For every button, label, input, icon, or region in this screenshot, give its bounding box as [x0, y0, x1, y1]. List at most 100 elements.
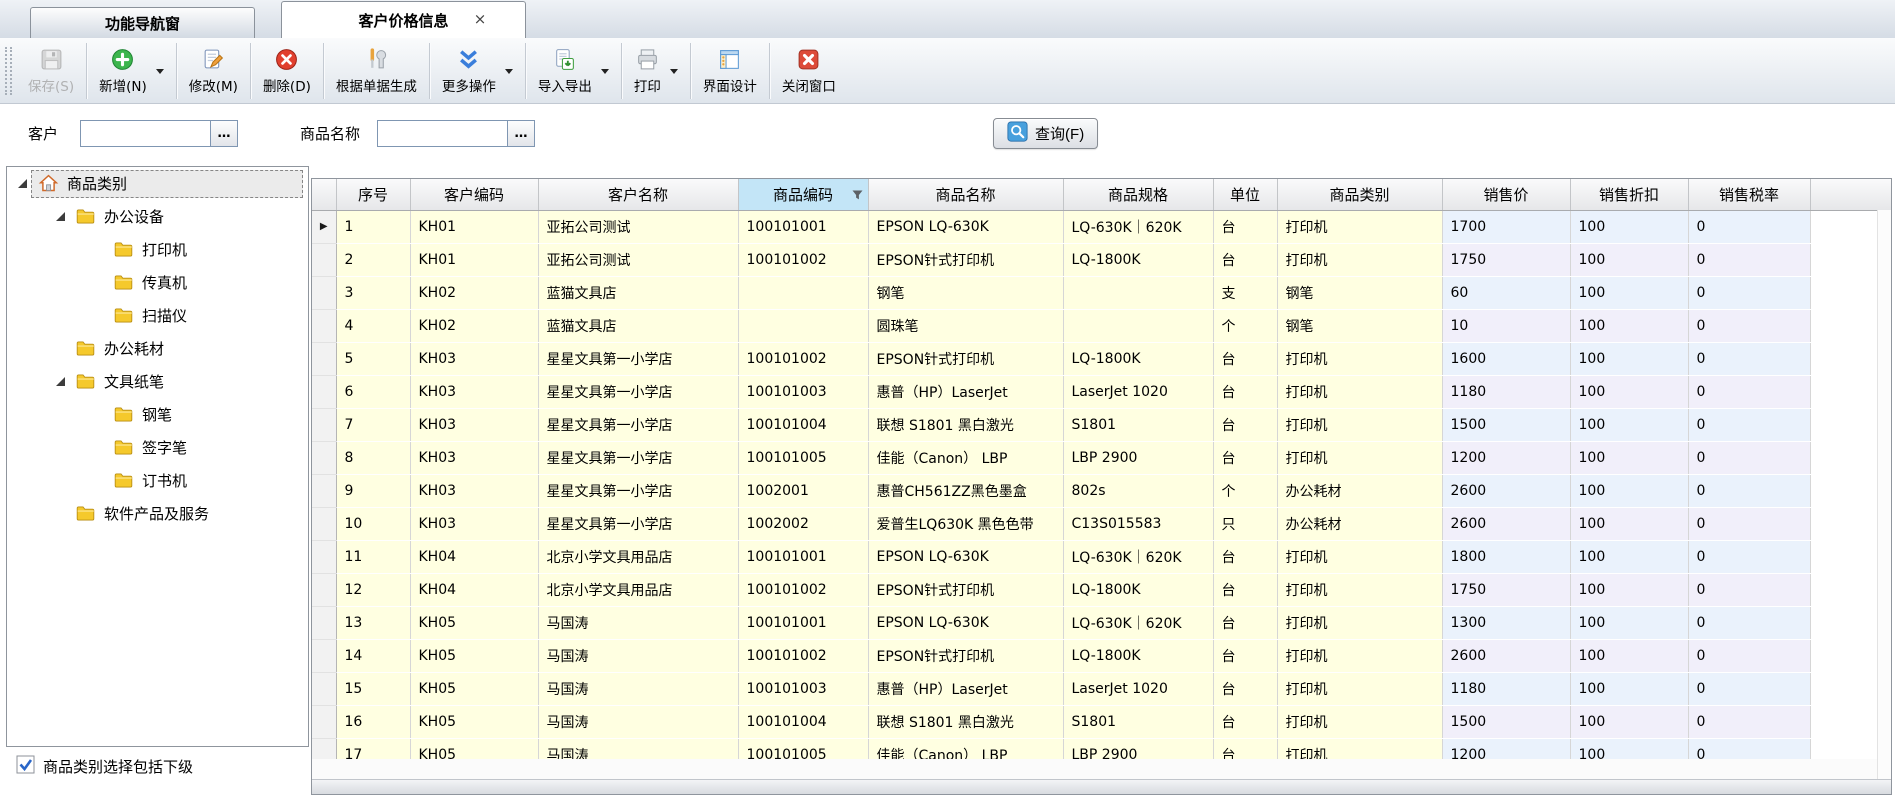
table-row[interactable]: 14KH05马国涛100101002EPSON针式打印机LQ-1800K台打印机… [312, 639, 1891, 672]
table-cell[interactable]: EPSON LQ-630K [868, 540, 1063, 573]
table-cell[interactable]: 1750 [1442, 573, 1570, 606]
table-cell[interactable]: 100 [1570, 243, 1688, 276]
table-row[interactable]: 12KH04北京小学文具用品店100101002EPSON针式打印机LQ-180… [312, 573, 1891, 606]
table-cell[interactable]: 星星文具第一小学店 [538, 507, 738, 540]
table-cell[interactable]: 马国涛 [538, 705, 738, 738]
table-cell[interactable]: 100101005 [738, 441, 868, 474]
column-header-3[interactable]: 客户名称 [538, 179, 738, 210]
table-cell[interactable]: 1 [336, 210, 410, 243]
table-cell[interactable]: KH05 [410, 705, 538, 738]
table-cell[interactable]: 0 [1688, 507, 1810, 540]
table-cell[interactable]: 只 [1213, 507, 1277, 540]
table-cell[interactable]: 0 [1688, 738, 1810, 759]
tab-function-navigation[interactable]: 功能导航窗 [30, 7, 255, 38]
table-cell[interactable]: 100101002 [738, 243, 868, 276]
table-cell[interactable]: 打印机 [1277, 210, 1442, 243]
table-cell[interactable]: 个 [1213, 309, 1277, 342]
table-cell[interactable]: 佳能（Canon） LBP [868, 441, 1063, 474]
table-cell[interactable]: 1002001 [738, 474, 868, 507]
column-header-11[interactable]: 销售税率 [1688, 179, 1810, 210]
query-button[interactable]: 查询(F) [993, 118, 1098, 149]
table-cell[interactable]: 6 [336, 375, 410, 408]
table-cell[interactable]: EPSON针式打印机 [868, 342, 1063, 375]
table-cell[interactable]: 3 [336, 276, 410, 309]
toolbar-button-import-export[interactable]: 导入导出 [528, 41, 619, 101]
table-cell[interactable]: 打印机 [1277, 375, 1442, 408]
table-cell[interactable]: 台 [1213, 375, 1277, 408]
table-row[interactable]: 13KH05马国涛100101001EPSON LQ-630KLQ-630K｜6… [312, 606, 1891, 639]
dropdown-arrow-icon[interactable] [156, 69, 164, 74]
table-cell[interactable]: 100101002 [738, 639, 868, 672]
table-cell[interactable]: 台 [1213, 540, 1277, 573]
table-cell[interactable]: 5 [336, 342, 410, 375]
table-cell[interactable]: 100101003 [738, 672, 868, 705]
table-cell[interactable] [1063, 309, 1213, 342]
table-cell[interactable]: 4 [336, 309, 410, 342]
table-cell[interactable]: KH02 [410, 276, 538, 309]
table-cell[interactable]: KH01 [410, 210, 538, 243]
table-row[interactable]: 6KH03星星文具第一小学店100101003惠普（HP）LaserJetLas… [312, 375, 1891, 408]
dropdown-arrow-icon[interactable] [670, 69, 678, 74]
table-cell[interactable]: 0 [1688, 243, 1810, 276]
table-cell[interactable]: 台 [1213, 606, 1277, 639]
table-cell[interactable]: 台 [1213, 210, 1277, 243]
expand-triangle-icon[interactable] [51, 212, 69, 221]
table-cell[interactable]: 台 [1213, 672, 1277, 705]
table-cell[interactable]: 联想 S1801 黑白激光 [868, 705, 1063, 738]
tree-node[interactable]: 办公耗材 [7, 332, 308, 365]
table-cell[interactable]: 马国涛 [538, 606, 738, 639]
table-cell[interactable]: 1700 [1442, 210, 1570, 243]
table-cell[interactable]: 1800 [1442, 540, 1570, 573]
table-cell[interactable]: KH03 [410, 342, 538, 375]
table-cell[interactable]: 惠普（HP）LaserJet [868, 672, 1063, 705]
table-cell[interactable]: 0 [1688, 441, 1810, 474]
table-cell[interactable]: 100 [1570, 276, 1688, 309]
table-cell[interactable]: 100 [1570, 672, 1688, 705]
toolbar-button-close-window[interactable]: 关闭窗口 [772, 41, 846, 101]
table-cell[interactable]: 星星文具第一小学店 [538, 342, 738, 375]
table-cell[interactable]: 办公耗材 [1277, 474, 1442, 507]
horizontal-scrollbar[interactable] [312, 779, 1891, 794]
table-cell[interactable]: LQ-1800K [1063, 342, 1213, 375]
table-cell[interactable]: 蓝猫文具店 [538, 276, 738, 309]
table-cell[interactable]: 0 [1688, 408, 1810, 441]
table-cell[interactable]: 打印机 [1277, 408, 1442, 441]
table-cell[interactable]: 0 [1688, 210, 1810, 243]
table-cell[interactable]: 1002002 [738, 507, 868, 540]
column-header-4[interactable]: 商品编码 [738, 179, 868, 210]
table-cell[interactable]: EPSON LQ-630K [868, 210, 1063, 243]
table-cell[interactable]: KH03 [410, 441, 538, 474]
table-cell[interactable]: 0 [1688, 375, 1810, 408]
toolbar-button-more-actions[interactable]: 更多操作 [432, 41, 523, 101]
table-cell[interactable]: 100101004 [738, 705, 868, 738]
table-cell[interactable]: 打印机 [1277, 705, 1442, 738]
table-cell[interactable]: 北京小学文具用品店 [538, 540, 738, 573]
product-name-input[interactable] [378, 121, 507, 146]
table-cell[interactable]: KH02 [410, 309, 538, 342]
tree-node[interactable]: 签字笔 [7, 431, 308, 464]
table-cell[interactable]: 9 [336, 474, 410, 507]
table-cell[interactable]: 13 [336, 606, 410, 639]
tree-node[interactable]: 商品类别 [7, 167, 308, 200]
table-cell[interactable]: 蓝猫文具店 [538, 309, 738, 342]
toolbar-button-add[interactable]: 新增(N) [89, 41, 174, 101]
toolbar-button-delete[interactable]: 删除(D) [253, 41, 321, 101]
table-cell[interactable]: 0 [1688, 342, 1810, 375]
table-cell[interactable]: 1500 [1442, 705, 1570, 738]
table-cell[interactable]: S1801 [1063, 408, 1213, 441]
table-cell[interactable]: 0 [1688, 672, 1810, 705]
table-cell[interactable]: KH05 [410, 738, 538, 759]
table-row[interactable]: 9KH03星星文具第一小学店1002001惠普CH561ZZ黑色墨盒802s个办… [312, 474, 1891, 507]
table-cell[interactable]: 台 [1213, 573, 1277, 606]
dropdown-arrow-icon[interactable] [601, 69, 609, 74]
table-row[interactable]: 7KH03星星文具第一小学店100101004联想 S1801 黑白激光S180… [312, 408, 1891, 441]
table-cell[interactable]: 支 [1213, 276, 1277, 309]
table-cell[interactable]: LQ-630K｜620K [1063, 540, 1213, 573]
table-cell[interactable]: 11 [336, 540, 410, 573]
table-cell[interactable]: KH03 [410, 474, 538, 507]
table-cell[interactable]: 台 [1213, 243, 1277, 276]
table-row[interactable]: 5KH03星星文具第一小学店100101002EPSON针式打印机LQ-1800… [312, 342, 1891, 375]
customer-ellipsis-button[interactable]: … [210, 121, 237, 146]
table-cell[interactable]: 台 [1213, 705, 1277, 738]
vertical-scrollbar[interactable] [1877, 210, 1891, 779]
